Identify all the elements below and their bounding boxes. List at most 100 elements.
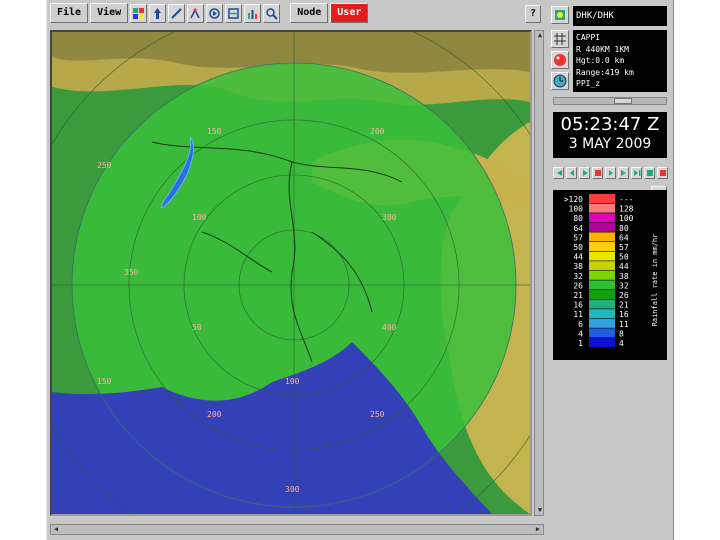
date-label: 3 MAY 2009 xyxy=(568,136,652,152)
legend-dbz-label: 32 xyxy=(573,272,583,281)
up-arrow-icon[interactable] xyxy=(149,3,167,23)
legend-rate-label: 4 xyxy=(619,339,624,348)
scroll-down-icon[interactable]: ▼ xyxy=(535,506,545,515)
step-back-icon[interactable] xyxy=(566,167,577,179)
slider-thumb[interactable] xyxy=(614,98,632,104)
product-info: CAPPI R 440KM 1KM Hgt:0.0 km Range:419 k… xyxy=(573,30,667,92)
legend-dbz-label: 11 xyxy=(573,310,583,319)
range-label: 200 xyxy=(207,410,222,419)
legend-dbz-label: 1 xyxy=(578,339,583,348)
range-label: 200 xyxy=(370,127,385,136)
time-slider[interactable] xyxy=(553,97,667,105)
range-label: 150 xyxy=(207,127,222,136)
step-forward-icon[interactable] xyxy=(605,167,616,179)
radar-display-window: File View Node User ? 150 200 250 100 30… xyxy=(46,0,674,540)
user-button[interactable]: User xyxy=(330,3,369,23)
legend-color-swatch xyxy=(589,299,615,309)
legend-color-swatch xyxy=(589,194,615,203)
legend-rate-label: 80 xyxy=(619,224,629,233)
line-icon[interactable] xyxy=(168,3,186,23)
station-name: DHK/DHK xyxy=(573,6,667,26)
legend-dbz-label: 38 xyxy=(573,262,583,271)
toolbar: File View Node User xyxy=(47,0,547,26)
legend-dbz-label: 44 xyxy=(573,253,583,262)
legend-rate-label: 128 xyxy=(619,205,634,214)
radar-map[interactable]: 150 200 250 100 300 350 50 400 150 100 2… xyxy=(50,30,532,516)
layers-icon[interactable] xyxy=(130,3,148,23)
animation-icon[interactable] xyxy=(206,3,224,23)
legend-dbz-label: 64 xyxy=(573,224,583,233)
range-label: 50 xyxy=(192,323,202,332)
legend-color-swatch xyxy=(589,318,615,328)
end-icon[interactable] xyxy=(631,167,642,179)
range-label: 250 xyxy=(370,410,385,419)
statistics-icon[interactable] xyxy=(244,3,262,23)
legend-color-swatch xyxy=(589,242,615,251)
delete-icon[interactable] xyxy=(657,167,668,179)
time-display: 05:23:47 Z 3 MAY 2009 xyxy=(553,112,667,158)
legend-dbz-label: 100 xyxy=(569,205,584,214)
color-legend: >120 --- 100 128 80 100 64 80 57 64 50 57 44 50 38 44 32… xyxy=(553,190,667,360)
fast-forward-icon[interactable] xyxy=(618,167,629,179)
overlay-icon[interactable] xyxy=(225,3,243,23)
view-menu[interactable]: View xyxy=(90,3,129,23)
legend-title: Rainfall rate in mm/hr xyxy=(651,233,659,327)
node-menu[interactable]: Node xyxy=(290,3,329,23)
legend-dbz-label: 57 xyxy=(573,233,583,242)
radar-map-canvas: 150 200 250 100 300 350 50 400 150 100 2… xyxy=(52,32,530,514)
legend-dbz-label: 80 xyxy=(573,214,583,223)
product-line: Hgt:0.0 km xyxy=(576,56,625,65)
legend-color-swatch xyxy=(589,309,615,319)
horizontal-scrollbar[interactable]: ◀ ▶ xyxy=(50,524,544,535)
legend-color-swatch xyxy=(589,280,615,290)
legend-rate-label: 26 xyxy=(619,291,629,300)
grid-icon[interactable] xyxy=(551,30,569,48)
palette-icon[interactable] xyxy=(551,51,569,69)
legend-dbz-label: 4 xyxy=(578,329,583,338)
range-label: 250 xyxy=(97,161,112,170)
help-button[interactable]: ? xyxy=(525,5,541,23)
file-menu[interactable]: File xyxy=(50,3,89,23)
vertical-scrollbar[interactable]: ▲ ▼ xyxy=(534,30,544,516)
legend-dbz-label: 21 xyxy=(573,291,583,300)
range-label: 300 xyxy=(285,485,300,494)
zoom-icon[interactable] xyxy=(263,3,281,23)
scroll-up-icon[interactable]: ▲ xyxy=(535,31,545,40)
legend-color-swatch xyxy=(589,213,615,223)
legend-rate-label: 16 xyxy=(619,310,629,319)
scroll-left-icon[interactable]: ◀ xyxy=(51,525,61,534)
legend-dbz-label: 26 xyxy=(573,281,583,290)
legend-rate-label: 50 xyxy=(619,253,629,262)
range-label: 400 xyxy=(382,323,397,332)
legend-color-swatch xyxy=(589,251,615,261)
legend-color-swatch xyxy=(589,338,615,347)
range-label: 150 xyxy=(97,377,112,386)
legend-color-swatch xyxy=(589,203,615,213)
legend-color-swatch xyxy=(589,232,615,242)
range-label: 300 xyxy=(382,213,397,222)
legend-dbz-label: >120 xyxy=(564,195,583,204)
clock-icon[interactable] xyxy=(551,72,569,90)
save-icon[interactable] xyxy=(644,167,655,179)
legend-title-wrap: Rainfall rate in mm/hr xyxy=(650,210,660,350)
product-line: PPI_z xyxy=(576,79,601,88)
legend-rate-label: 44 xyxy=(619,262,629,271)
legend-dbz-label: 16 xyxy=(573,301,583,310)
range-label: 350 xyxy=(124,268,139,277)
legend-color-swatch xyxy=(589,290,615,299)
rewind-icon[interactable] xyxy=(553,167,564,179)
cross-section-icon[interactable] xyxy=(187,3,205,23)
range-label: 100 xyxy=(192,213,207,222)
legend-rate-label: 32 xyxy=(619,281,629,290)
legend-color-swatch xyxy=(589,222,615,232)
stop-icon[interactable] xyxy=(592,167,603,179)
legend-rate-label: 8 xyxy=(619,329,624,338)
legend-rate-label: 21 xyxy=(619,301,629,310)
product-line: CAPPI xyxy=(576,33,601,42)
scroll-right-icon[interactable]: ▶ xyxy=(533,525,543,534)
station-icon[interactable] xyxy=(551,6,569,24)
side-panel: DHK/DHK CAPPI R 440KM 1KM Hgt:0.0 km Ran… xyxy=(551,0,669,540)
product-line: R 440KM 1KM xyxy=(576,44,629,54)
play-icon[interactable] xyxy=(579,167,590,179)
legend-rate-label: 100 xyxy=(619,214,634,223)
